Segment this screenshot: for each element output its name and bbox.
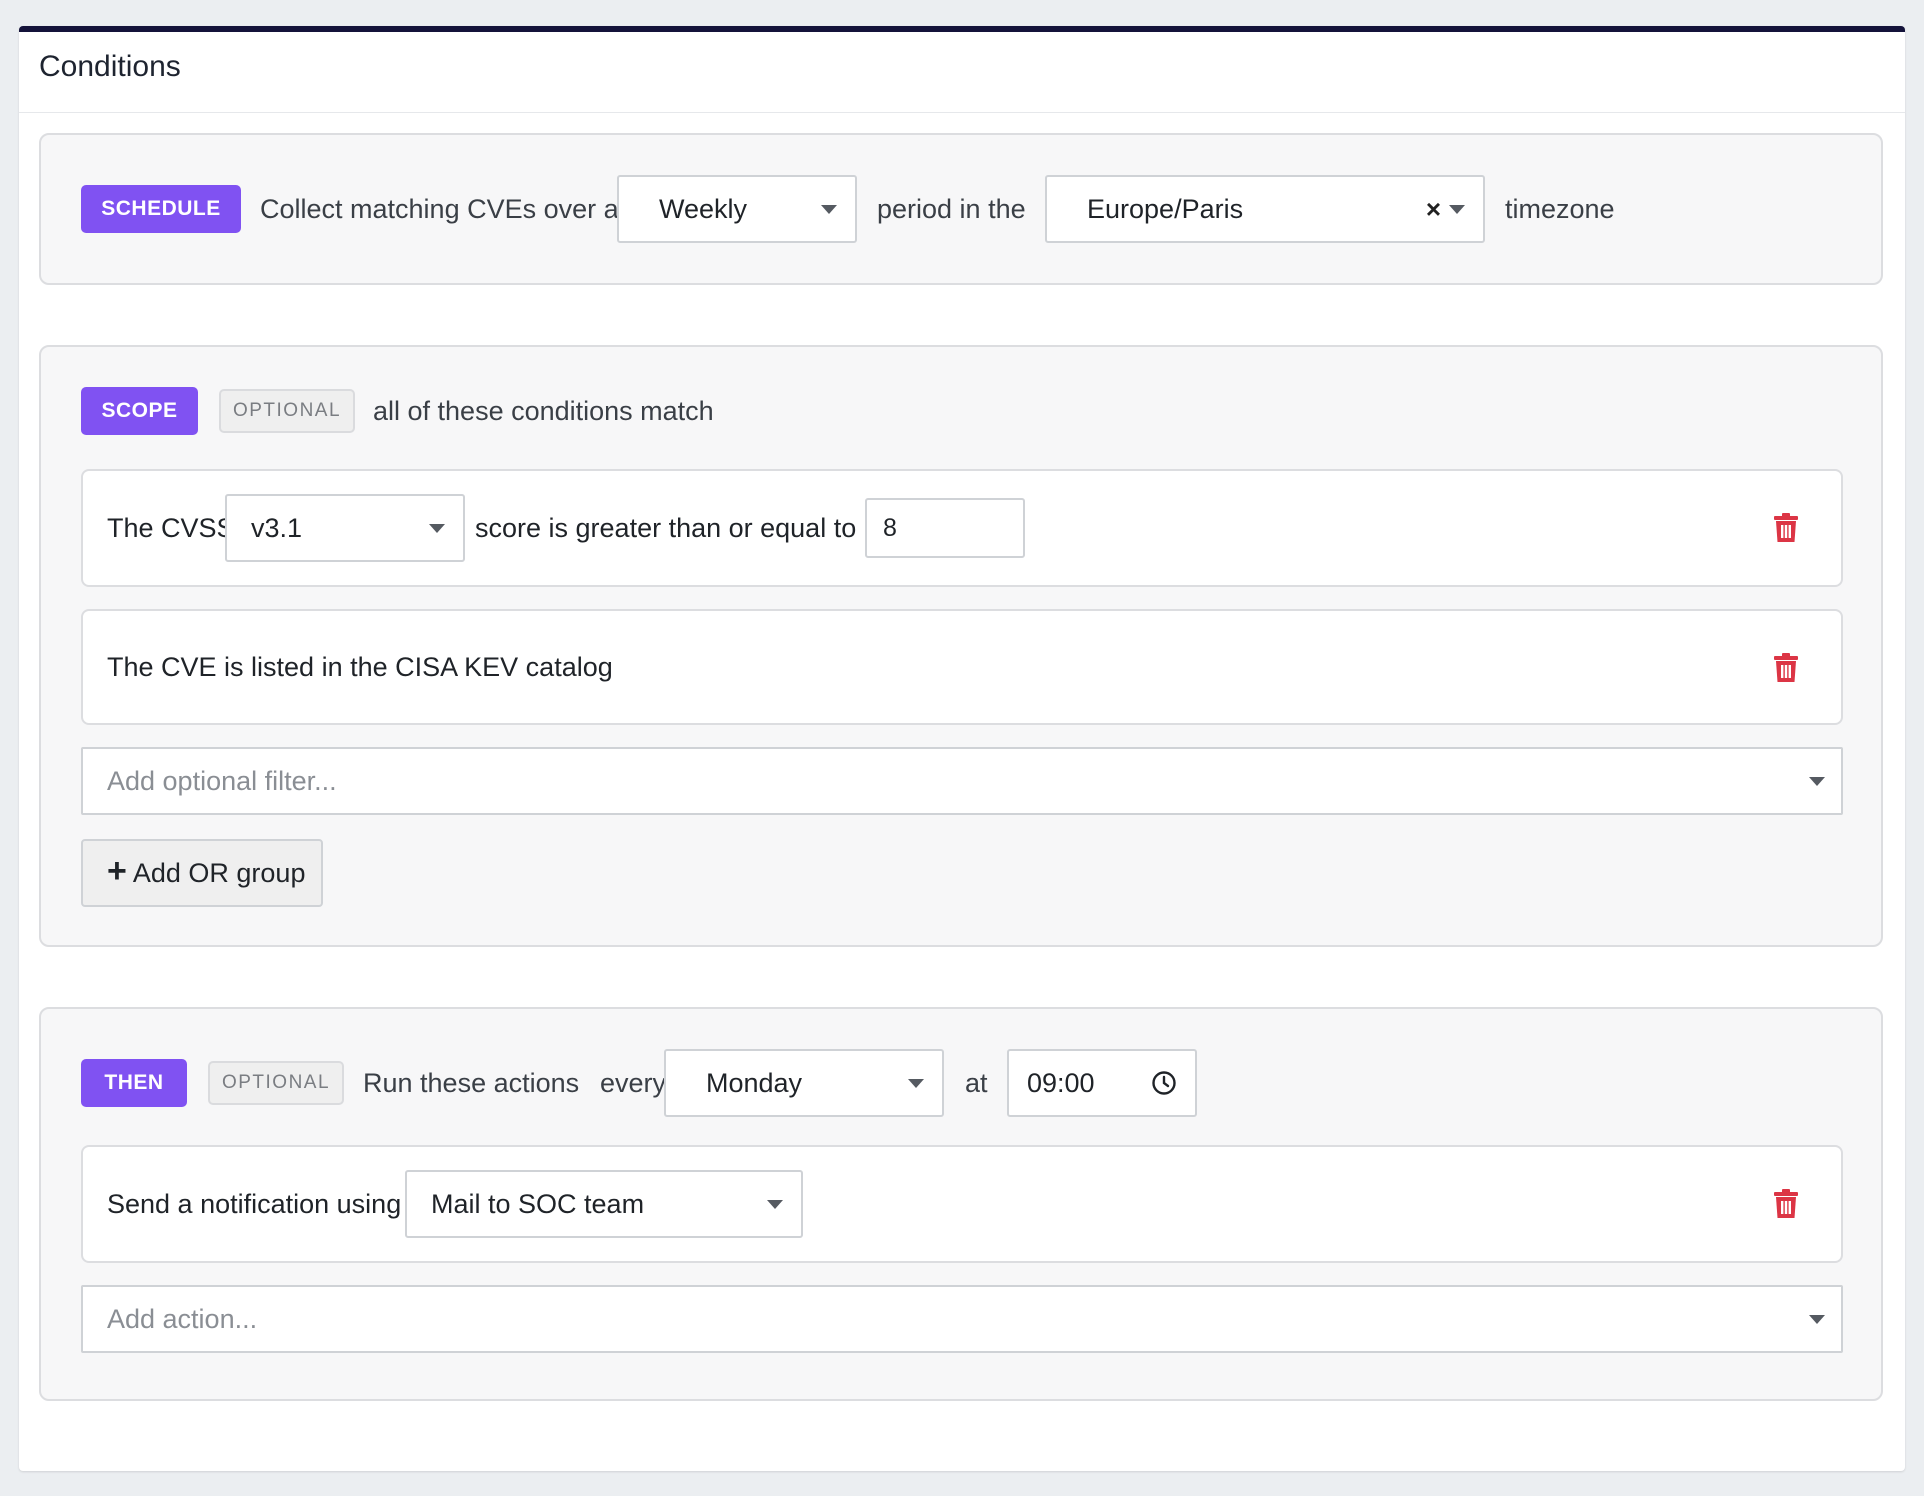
cvss-score-input[interactable]: 8 bbox=[865, 498, 1025, 558]
condition-cvss-text-before: The CVSS bbox=[107, 513, 235, 543]
add-filter-select[interactable]: Add optional filter... bbox=[81, 747, 1843, 815]
schedule-section: SCHEDULE Collect matching CVEs over a We… bbox=[39, 133, 1883, 285]
condition-kev: The CVE is listed in the CISA KEV catalo… bbox=[81, 609, 1843, 725]
optional-badge: OPTIONAL bbox=[208, 1061, 344, 1105]
then-text-at: at bbox=[965, 1068, 988, 1098]
clear-icon[interactable]: × bbox=[1426, 194, 1441, 224]
scope-text: all of these conditions match bbox=[373, 396, 714, 426]
timezone-select[interactable]: Europe/Paris × bbox=[1045, 175, 1485, 243]
add-or-group-button[interactable]: + Add OR group bbox=[81, 839, 323, 907]
cvss-version-select[interactable]: v3.1 bbox=[225, 494, 465, 562]
caret-down-icon bbox=[1809, 1315, 1825, 1324]
then-section: THEN OPTIONAL Run these actions every Mo… bbox=[39, 1007, 1883, 1401]
plus-icon: + bbox=[107, 852, 127, 890]
time-input[interactable]: 09:00 bbox=[1007, 1049, 1197, 1117]
period-select[interactable]: Weekly bbox=[617, 175, 857, 243]
scope-badge: SCOPE bbox=[81, 387, 198, 435]
optional-badge: OPTIONAL bbox=[219, 389, 355, 433]
condition-cvss: The CVSS v3.1 score is greater than or e… bbox=[81, 469, 1843, 587]
action-notification: Send a notification using Mail to SOC te… bbox=[81, 1145, 1843, 1263]
trash-icon[interactable] bbox=[1773, 513, 1799, 543]
timezone-select-value: Europe/Paris bbox=[1087, 193, 1244, 224]
schedule-text-after: timezone bbox=[1505, 194, 1615, 224]
period-select-value: Weekly bbox=[659, 193, 748, 224]
notification-channel-select[interactable]: Mail to SOC team bbox=[405, 1170, 803, 1238]
card-title: Conditions bbox=[19, 32, 1905, 113]
schedule-text-middle: period in the bbox=[877, 194, 1026, 224]
notification-channel-value: Mail to SOC team bbox=[431, 1188, 645, 1219]
trash-icon[interactable] bbox=[1773, 653, 1799, 683]
trash-icon[interactable] bbox=[1773, 1189, 1799, 1219]
caret-down-icon bbox=[1809, 777, 1825, 786]
caret-down-icon bbox=[908, 1079, 924, 1088]
schedule-text-before: Collect matching CVEs over a bbox=[260, 194, 619, 224]
caret-down-icon bbox=[429, 524, 445, 533]
cvss-version-value: v3.1 bbox=[251, 512, 303, 543]
conditions-card: Conditions SCHEDULE Collect matching CVE… bbox=[19, 26, 1905, 1471]
caret-down-icon[interactable] bbox=[1449, 205, 1465, 214]
clock-icon[interactable] bbox=[1151, 1070, 1177, 1096]
day-select[interactable]: Monday bbox=[664, 1049, 944, 1117]
then-badge: THEN bbox=[81, 1059, 187, 1107]
caret-down-icon bbox=[767, 1200, 783, 1209]
action-notification-text: Send a notification using bbox=[107, 1189, 402, 1219]
schedule-badge: SCHEDULE bbox=[81, 185, 241, 233]
then-text-before: Run these actions bbox=[363, 1068, 580, 1098]
add-or-group-label: Add OR group bbox=[132, 857, 306, 888]
add-action-select[interactable]: Add action... bbox=[81, 1285, 1843, 1353]
add-action-placeholder: Add action... bbox=[107, 1303, 258, 1334]
then-text-every: every bbox=[600, 1068, 667, 1098]
time-input-value: 09:00 bbox=[1027, 1067, 1095, 1098]
condition-kev-text: The CVE is listed in the CISA KEV catalo… bbox=[107, 652, 613, 682]
scope-section: SCOPE OPTIONAL all of these conditions m… bbox=[39, 345, 1883, 947]
caret-down-icon bbox=[821, 205, 837, 214]
add-filter-placeholder: Add optional filter... bbox=[107, 765, 337, 796]
condition-cvss-text-after: score is greater than or equal to bbox=[475, 513, 857, 543]
day-select-value: Monday bbox=[706, 1067, 803, 1098]
